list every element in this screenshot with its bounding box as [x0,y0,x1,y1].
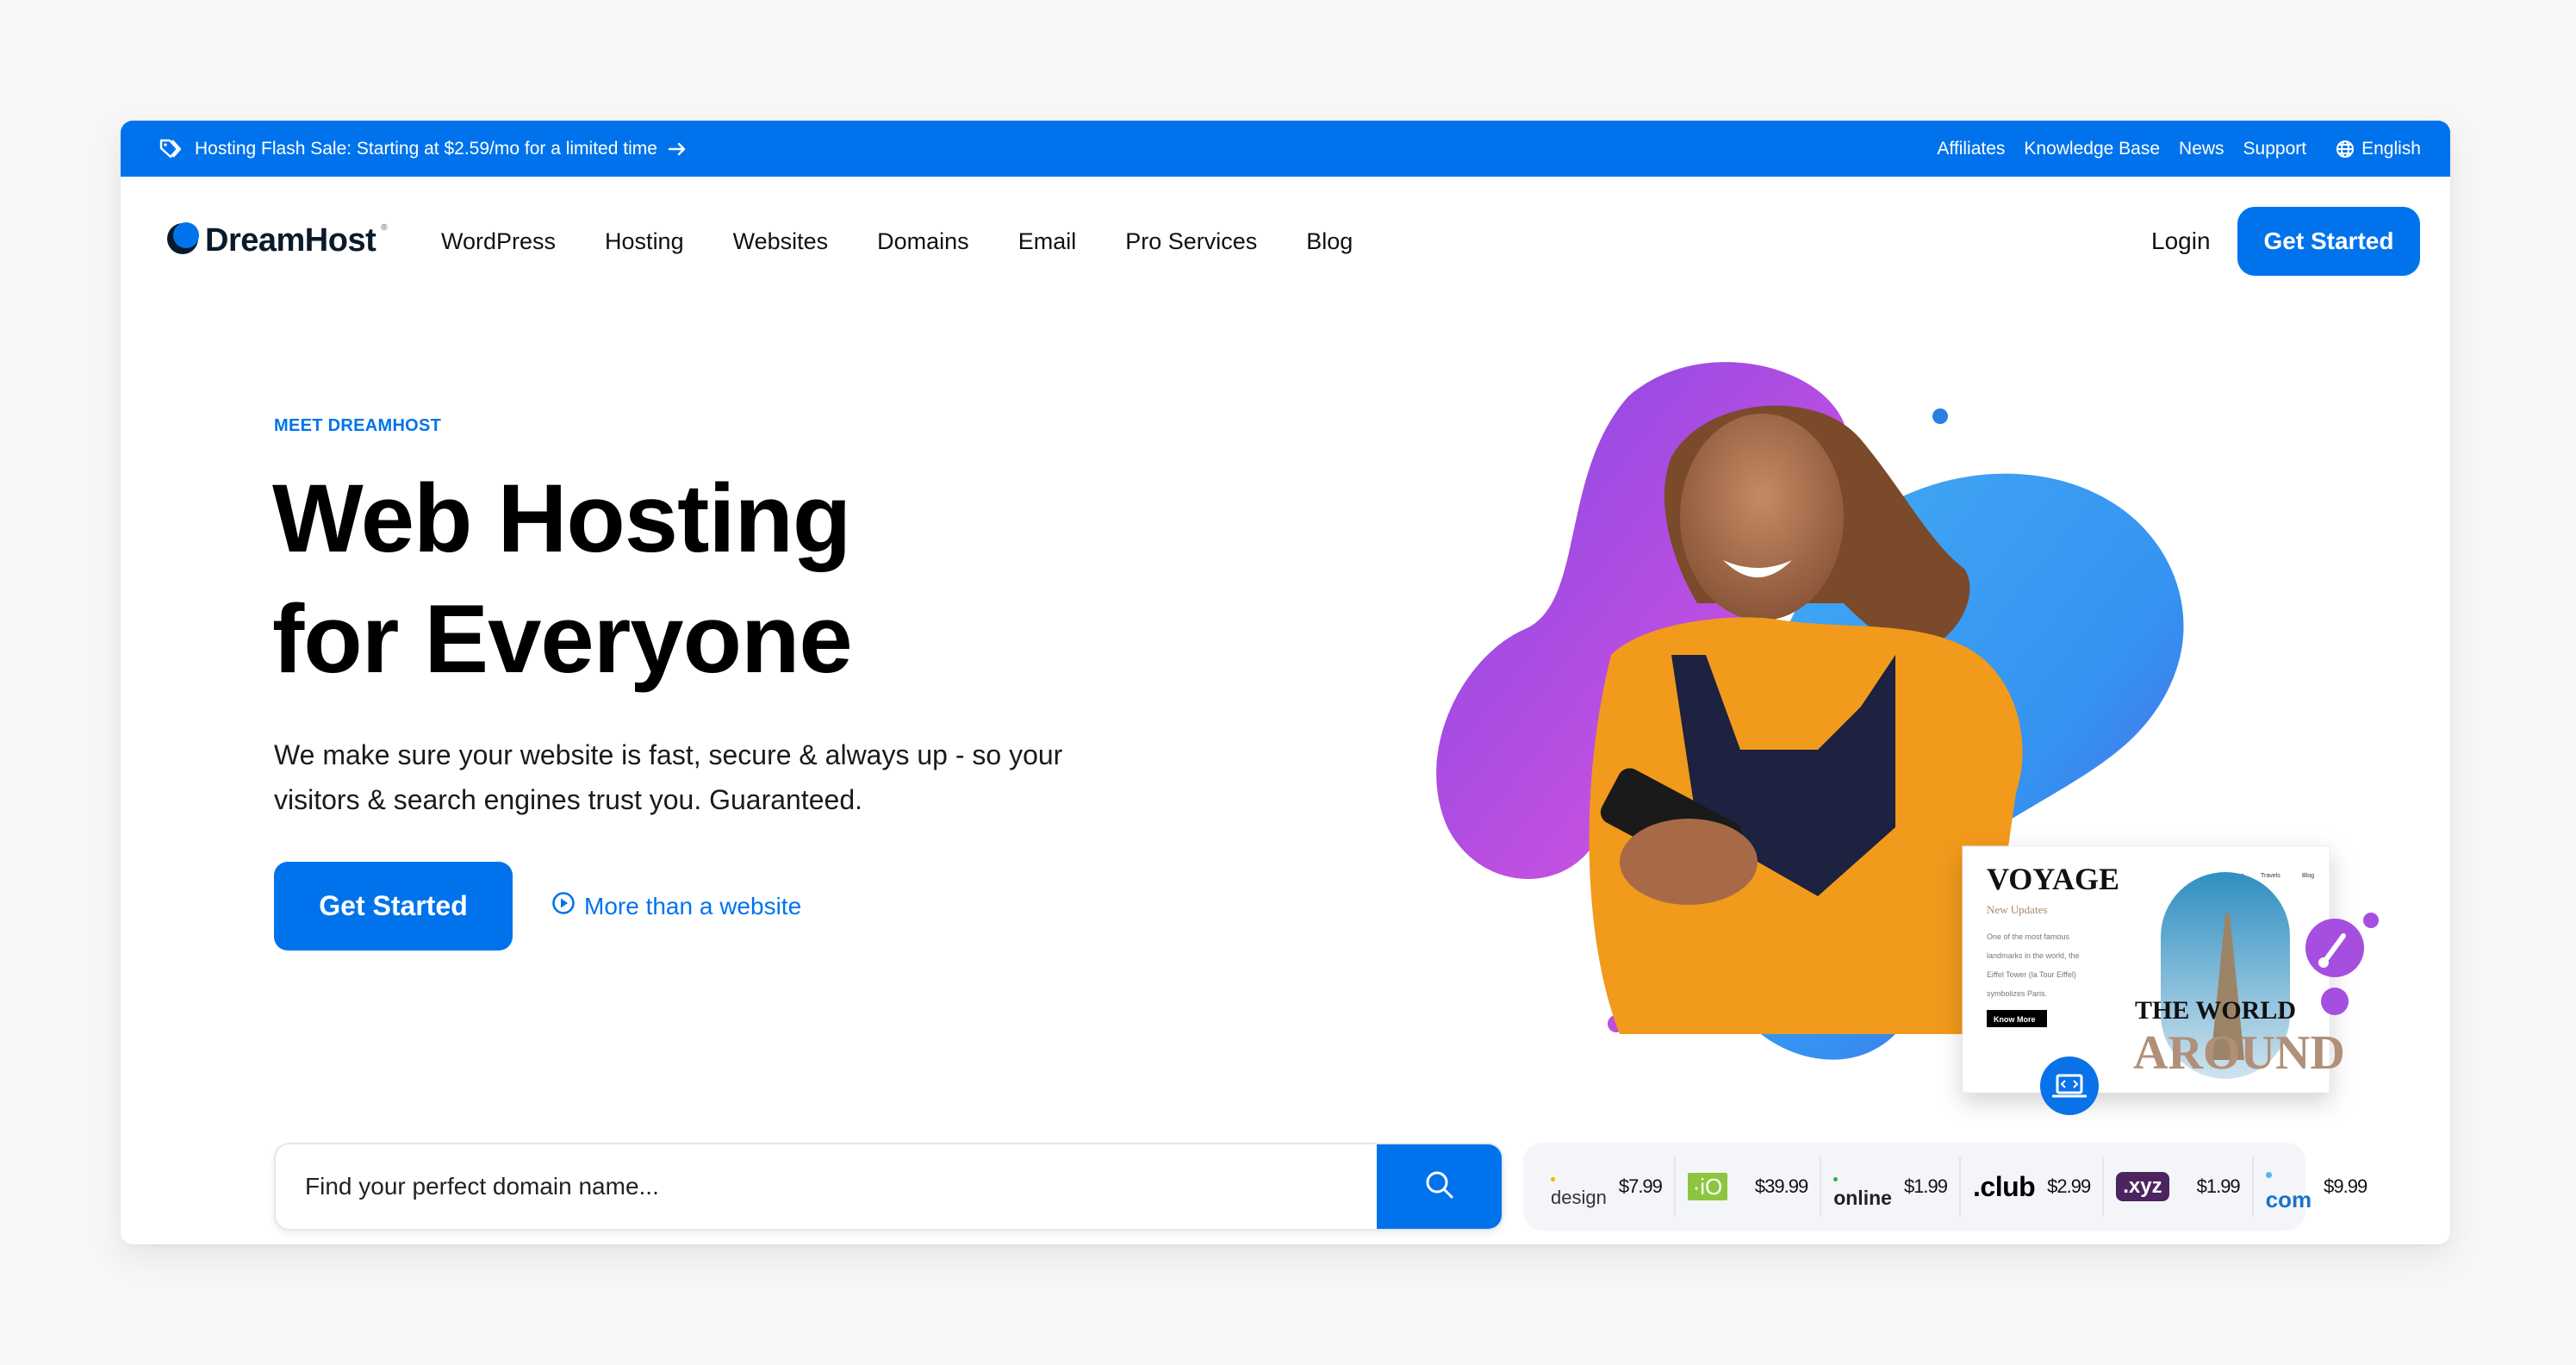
tld-price-list: design $7.99 ·iO $39.99 online $1.99 .cl… [1523,1143,2368,1231]
tld-online-logo: online [1833,1163,1892,1210]
mock-title: VOYAGE [1987,862,2119,896]
tld-price: $1.99 [1903,1175,1948,1197]
paintbrush-badge [2305,919,2364,977]
utility-links: Affiliates Knowledge Base News Support E… [1918,121,2421,177]
brand-name: DreamHost [205,222,376,259]
mock-body-2: landmarks in the world, the [1987,951,2080,960]
tld-item-club[interactable]: .club $2.99 [1961,1156,2105,1217]
headline-line-2: for Everyone [272,585,853,693]
tld-item-io[interactable]: ·iO $39.99 [1676,1156,1822,1217]
mock-nav-travels: Travels [2261,873,2280,879]
main-header: DreamHost ® WordPress Hosting Websites D… [121,177,2450,306]
mock-subtitle: New Updates [1987,903,2047,916]
arrow-right-icon [668,142,687,156]
tag-icon [159,138,184,160]
link-knowledge-base[interactable]: Knowledge Base [2024,139,2160,159]
promo-message: Hosting Flash Sale: Starting at $2.59/mo… [195,138,657,159]
mock-body-1: One of the most famous [1987,932,2070,941]
blue-droplet [1932,408,1948,424]
tld-price: $1.99 [2196,1175,2241,1197]
tld-item-online[interactable]: online $1.99 [1821,1156,1961,1217]
nav-pro-services[interactable]: Pro Services [1125,228,1257,255]
code-laptop-badge [2040,1056,2099,1115]
tld-price: $2.99 [2047,1175,2091,1197]
domain-search-button[interactable] [1377,1144,1502,1229]
purple-dot-2 [2321,988,2349,1015]
page-card: Hosting Flash Sale: Starting at $2.59/mo… [121,121,2450,1244]
hero-get-started-button[interactable]: Get Started [274,862,513,951]
tld-price: $9.99 [2324,1175,2368,1197]
hero-eyebrow: MEET DREAMHOST [274,416,442,435]
mock-body-4: symbolizes Paris. [1987,989,2047,998]
search-icon [1423,1169,1456,1206]
nav-wordpress[interactable]: WordPress [441,228,556,255]
hands [1620,819,1758,905]
mock-big-2: AROUND [2133,1026,2345,1080]
globe-icon [2336,140,2355,159]
main-nav: WordPress Hosting Websites Domains Email… [441,177,1402,306]
domain-search [274,1143,1503,1231]
face [1680,414,1844,620]
hero-description: We make sure your website is fast, secur… [274,739,1063,815]
tld-io-logo: ·iO [1687,1173,1727,1200]
promo-bar: Hosting Flash Sale: Starting at $2.59/mo… [121,121,2450,177]
nav-hosting[interactable]: Hosting [605,228,684,255]
headline-line-1: Web Hosting [272,464,851,572]
hero-illustration: VOYAGE New Updates One of the most famou… [1413,345,2412,1138]
more-than-a-website-link[interactable]: More than a website [551,862,801,951]
link-news[interactable]: News [2179,139,2224,159]
login-link[interactable]: Login [2151,177,2211,306]
nav-blog[interactable]: Blog [1306,228,1353,255]
language-selector[interactable]: English [2336,139,2421,159]
header-get-started-button[interactable]: Get Started [2237,207,2420,276]
nav-domains[interactable]: Domains [877,228,969,255]
tld-com-logo: com [2265,1160,2312,1213]
tld-item-design[interactable]: design $7.99 [1539,1156,1676,1217]
tld-design-logo: design [1551,1164,1607,1209]
tld-price: $39.99 [1754,1175,1808,1197]
moon-logo-icon [165,221,200,260]
nav-email[interactable]: Email [1018,228,1077,255]
more-link-label: More than a website [584,892,802,919]
tld-price: $7.99 [1618,1175,1663,1197]
tld-item-com[interactable]: com $9.99 [2254,1156,2380,1217]
promo-link[interactable]: Hosting Flash Sale: Starting at $2.59/mo… [159,121,687,177]
mock-body-3: Eiffel Tower (la Tour Eiffel) [1987,970,2076,979]
tld-xyz-logo: .xyz [2116,1172,2169,1201]
hero-headline: Web Hosting for Everyone [272,458,853,700]
play-circle-icon [551,891,576,921]
tld-club-logo: .club [1973,1170,2036,1202]
link-support[interactable]: Support [2243,139,2307,159]
tld-item-xyz[interactable]: .xyz $1.99 [2104,1156,2254,1217]
purple-dot-1 [2363,913,2379,928]
mock-big-1: THE WORLD [2135,996,2296,1025]
nav-websites[interactable]: Websites [733,228,829,255]
mock-know-more: Know More [1994,1015,2036,1024]
registered-mark: ® [381,223,388,233]
website-mockup-card: VOYAGE New Updates One of the most famou… [1962,845,2345,1094]
mock-nav-blog: Blog [2302,873,2314,879]
domain-search-input[interactable] [276,1144,1363,1229]
link-affiliates[interactable]: Affiliates [1937,139,2005,159]
language-label: English [2361,138,2421,159]
dreamhost-logo[interactable]: DreamHost ® [165,221,388,260]
